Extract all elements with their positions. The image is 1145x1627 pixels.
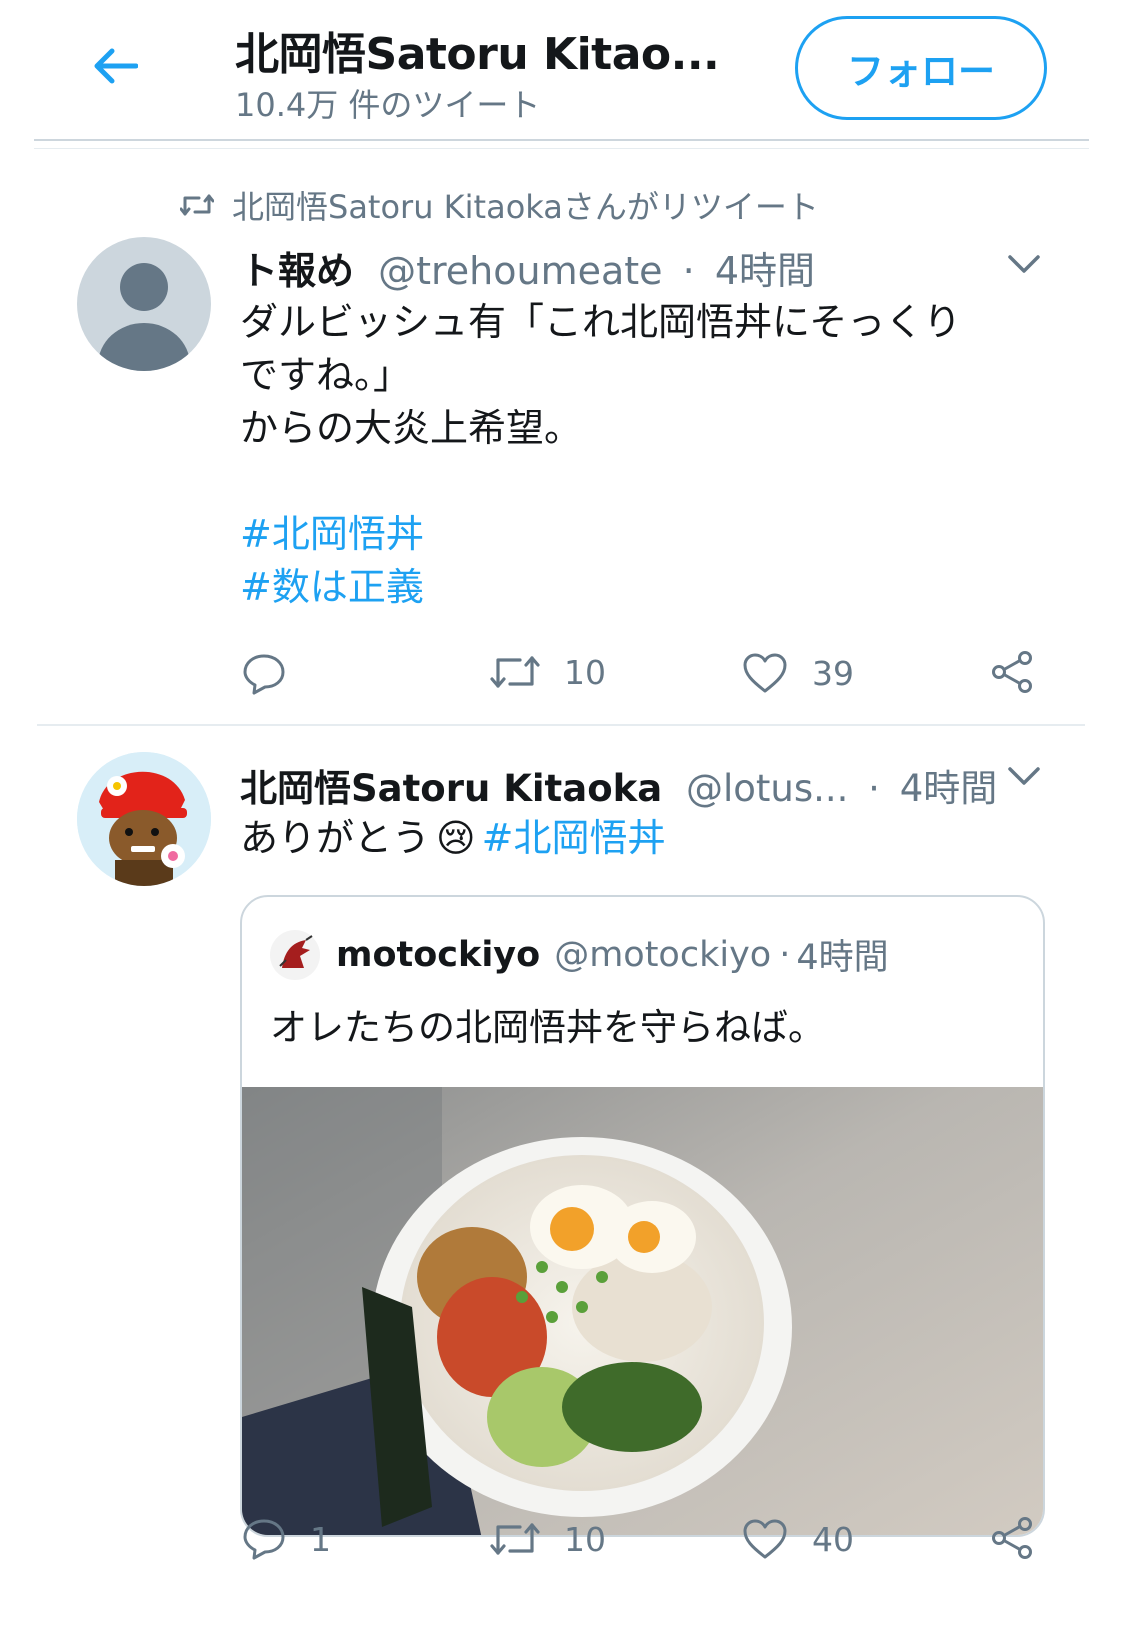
quoted-tweet[interactable]: motockiyo @motockiyo · 4時間 オレたちの北岡悟丼を守らね… [240,895,1045,1537]
profile-name: 北岡悟Satoru Kitao... [235,29,720,80]
tweet1-hashtag-1[interactable]: #北岡悟丼 [240,508,961,561]
character-avatar-icon [77,752,211,886]
quoted-text: オレたちの北岡悟丼を守らねば。 [270,1006,825,1049]
quoted-tweet-header: motockiyo @motockiyo · 4時間 [270,929,889,980]
default-avatar-icon [98,263,190,371]
tweet-divider [37,724,1085,726]
tweet2-hashtag[interactable]: #北岡悟丼 [482,816,666,860]
tweet1-share-button[interactable] [990,650,1034,694]
reply-icon [243,1519,285,1560]
retweet-icon [490,656,540,688]
tweet2-header: 北岡悟Satoru Kitaoka @lotus... · 4時間 [240,758,997,812]
tweet2-handle[interactable]: @lotus... [686,767,848,810]
retweet-icon [490,1523,540,1555]
share-icon [992,651,1032,693]
tweet1-like-count: 39 [812,653,854,693]
profile-header: 北岡悟Satoru Kitao... 10.4万 件のツイート フォロー [0,0,1145,140]
tweet2-text-main: ありがとう [240,816,431,860]
rice-bowl-photo[interactable] [242,1087,1045,1537]
chevron-down-icon[interactable] [1006,764,1042,788]
tweet1-like-button[interactable]: 39 [742,652,854,694]
header-divider [34,139,1089,141]
tweet2-like-count: 40 [812,1519,854,1559]
tweet1-separator: · [682,249,695,293]
share-icon [992,1517,1032,1559]
retweet-context-label: 北岡悟Satoru Kitaokaさんがリツイート [232,188,819,226]
follow-button[interactable]: フォロー [795,16,1047,120]
tweet1-text-line2: ですね。」 [240,353,412,397]
avatar-satoru-kitaoka[interactable] [77,752,211,886]
tweet2-separator: · [868,767,880,810]
heart-icon [743,1519,787,1559]
tweet-count: 10.4万 件のツイート [235,86,541,124]
tweet2-reply-count: 1 [310,1519,331,1559]
tweet1-text-line3: からの大炎上希望。 [240,406,583,450]
reply-icon [243,654,285,695]
tweet1-reply-button[interactable] [242,652,310,696]
heart-icon [743,653,787,693]
tweet1-handle[interactable]: @trehoumeate [378,249,662,293]
tweet1-retweet-button[interactable]: 10 [490,652,606,692]
tweet2-reply-button[interactable]: 1 [242,1517,331,1561]
tweet1-hashtag-2[interactable]: #数は正義 [240,561,961,614]
tweet2-share-button[interactable] [990,1516,1034,1560]
retweet-icon [180,194,214,216]
tweet2-like-button[interactable]: 40 [742,1518,854,1560]
quoted-display-name: motockiyo [336,934,541,975]
tweet2-retweet-button[interactable]: 10 [490,1519,606,1559]
tweet2-retweet-count: 10 [564,1519,606,1559]
header-divider-secondary [34,148,1089,149]
chevron-down-icon[interactable] [1006,252,1042,276]
tweet1-text-line1: ダルビッシュ有「これ北岡悟丼にそっくり [240,300,962,344]
tweet1-time[interactable]: 4時間 [715,249,815,293]
quoted-handle: @motockiyo [554,934,772,975]
quoted-separator: · [779,934,791,975]
back-arrow-icon[interactable] [92,46,138,86]
quoted-avatar[interactable] [270,929,320,980]
tweet1-display-name[interactable]: ト報め [240,249,354,293]
retweet-context[interactable]: 北岡悟Satoru Kitaokaさんがリツイート [180,182,819,228]
crying-face-emoji: 😢 [436,816,476,860]
tweet2-text: ありがとう 😢 #北岡悟丼 [240,812,665,865]
tweet2-display-name[interactable]: 北岡悟Satoru Kitaoka [240,767,662,810]
quoted-time: 4時間 [796,938,889,978]
tweet1-header: ト報め @trehoumeate · 4時間 [240,240,815,295]
tweet2-time[interactable]: 4時間 [900,767,998,810]
avatar-default[interactable] [77,237,211,371]
tweet1-retweet-count: 10 [564,652,606,692]
tweet1-text: ダルビッシュ有「これ北岡悟丼にそっくり ですね。」 からの大炎上希望。 #北岡悟… [240,296,961,614]
tweet1-text-blank [240,455,961,508]
